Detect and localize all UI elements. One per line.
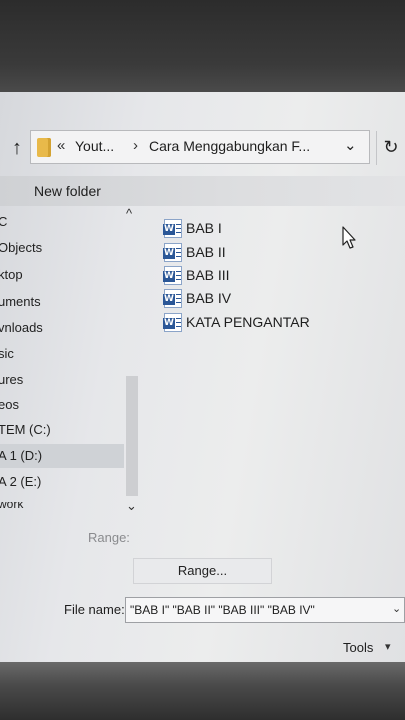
file-name-label: BAB IV (186, 290, 232, 306)
nav-item-label: A 2 (E:) (0, 474, 42, 489)
overflow-chevron-icon[interactable]: « (57, 137, 65, 154)
nav-item-label: ures (0, 372, 24, 387)
nav-item-this-pc[interactable]: C (0, 210, 124, 234)
word-doc-icon: W (163, 313, 182, 332)
address-row: ↑ « Yout... › Cara Menggabungkan F... ⌄ … (0, 126, 405, 172)
file-name-label: File name: (64, 602, 125, 617)
tools-dropdown-icon[interactable]: ▾ (385, 640, 391, 653)
word-doc-icon: W (163, 289, 182, 308)
scroll-thumb[interactable] (126, 376, 138, 496)
nav-item-music[interactable]: sic (0, 342, 124, 366)
nav-item-desktop[interactable]: ktop (0, 263, 124, 287)
mouse-cursor-icon (342, 226, 356, 249)
nav-item-videos[interactable]: eos (0, 393, 124, 417)
scroll-down-icon[interactable]: ⌄ (126, 498, 137, 514)
breadcrumb-current-folder[interactable]: Cara Menggabungkan F... (149, 138, 310, 154)
toolbar: New folder (0, 176, 405, 206)
chevron-down-icon[interactable]: ⌄ (392, 602, 401, 615)
breadcrumb-separator-icon[interactable]: › (133, 137, 138, 154)
nav-item-data2-e[interactable]: A 2 (E:) (0, 470, 124, 494)
nav-scrollbar[interactable]: ^ ⌄ (124, 206, 140, 526)
tools-button[interactable]: Tools (343, 640, 373, 655)
file-name-label: BAB II (186, 244, 226, 260)
nav-item-system-c[interactable]: TEM (C:) (0, 418, 124, 442)
navigation-pane: C Objects ktop uments vnloads sic ures e… (0, 206, 126, 526)
range-label: Range: (88, 530, 130, 545)
nav-item-data1-d[interactable]: A 1 (D:) (0, 444, 124, 468)
nav-item-label: uments (0, 294, 41, 309)
nav-item-label: ktop (0, 267, 23, 282)
nav-item-label: eos (0, 397, 19, 412)
up-arrow-icon[interactable]: ↑ (6, 134, 28, 162)
nav-item-pictures[interactable]: ures (0, 368, 124, 392)
scroll-up-icon[interactable]: ^ (126, 206, 132, 221)
file-name-label: BAB I (186, 220, 222, 236)
nav-item-label: A 1 (D:) (0, 448, 43, 463)
nav-item-3d-objects[interactable]: Objects (0, 236, 124, 260)
monitor-top-bezel (0, 0, 405, 92)
folder-icon (37, 138, 51, 157)
new-folder-button[interactable]: New folder (34, 183, 101, 199)
file-name-label: KATA PENGANTAR (186, 314, 310, 330)
save-dialog: ↑ « Yout... › Cara Menggabungkan F... ⌄ … (0, 92, 405, 662)
monitor-bottom-bezel (0, 662, 405, 720)
nav-item-downloads[interactable]: vnloads (0, 316, 124, 340)
nav-item-network[interactable]: work (0, 502, 124, 514)
address-bar[interactable]: « Yout... › Cara Menggabungkan F... ⌄ (30, 130, 370, 164)
nav-item-label: Objects (0, 240, 43, 255)
nav-item-label: work (0, 502, 24, 511)
range-button[interactable]: Range... (133, 558, 272, 584)
file-name-label: BAB III (186, 267, 230, 283)
refresh-icon[interactable]: ↻ (376, 131, 405, 165)
file-name-input[interactable] (125, 597, 405, 623)
word-doc-icon: W (163, 219, 182, 238)
nav-item-documents[interactable]: uments (0, 290, 124, 314)
nav-item-label: C (0, 214, 8, 229)
nav-item-label: vnloads (0, 320, 43, 335)
nav-item-label: sic (0, 346, 14, 361)
breadcrumb-youtube[interactable]: Yout... (75, 138, 114, 154)
nav-item-label: TEM (C:) (0, 422, 51, 437)
word-doc-icon: W (163, 266, 182, 285)
word-doc-icon: W (163, 243, 182, 262)
chevron-down-icon[interactable]: ⌄ (344, 136, 357, 154)
